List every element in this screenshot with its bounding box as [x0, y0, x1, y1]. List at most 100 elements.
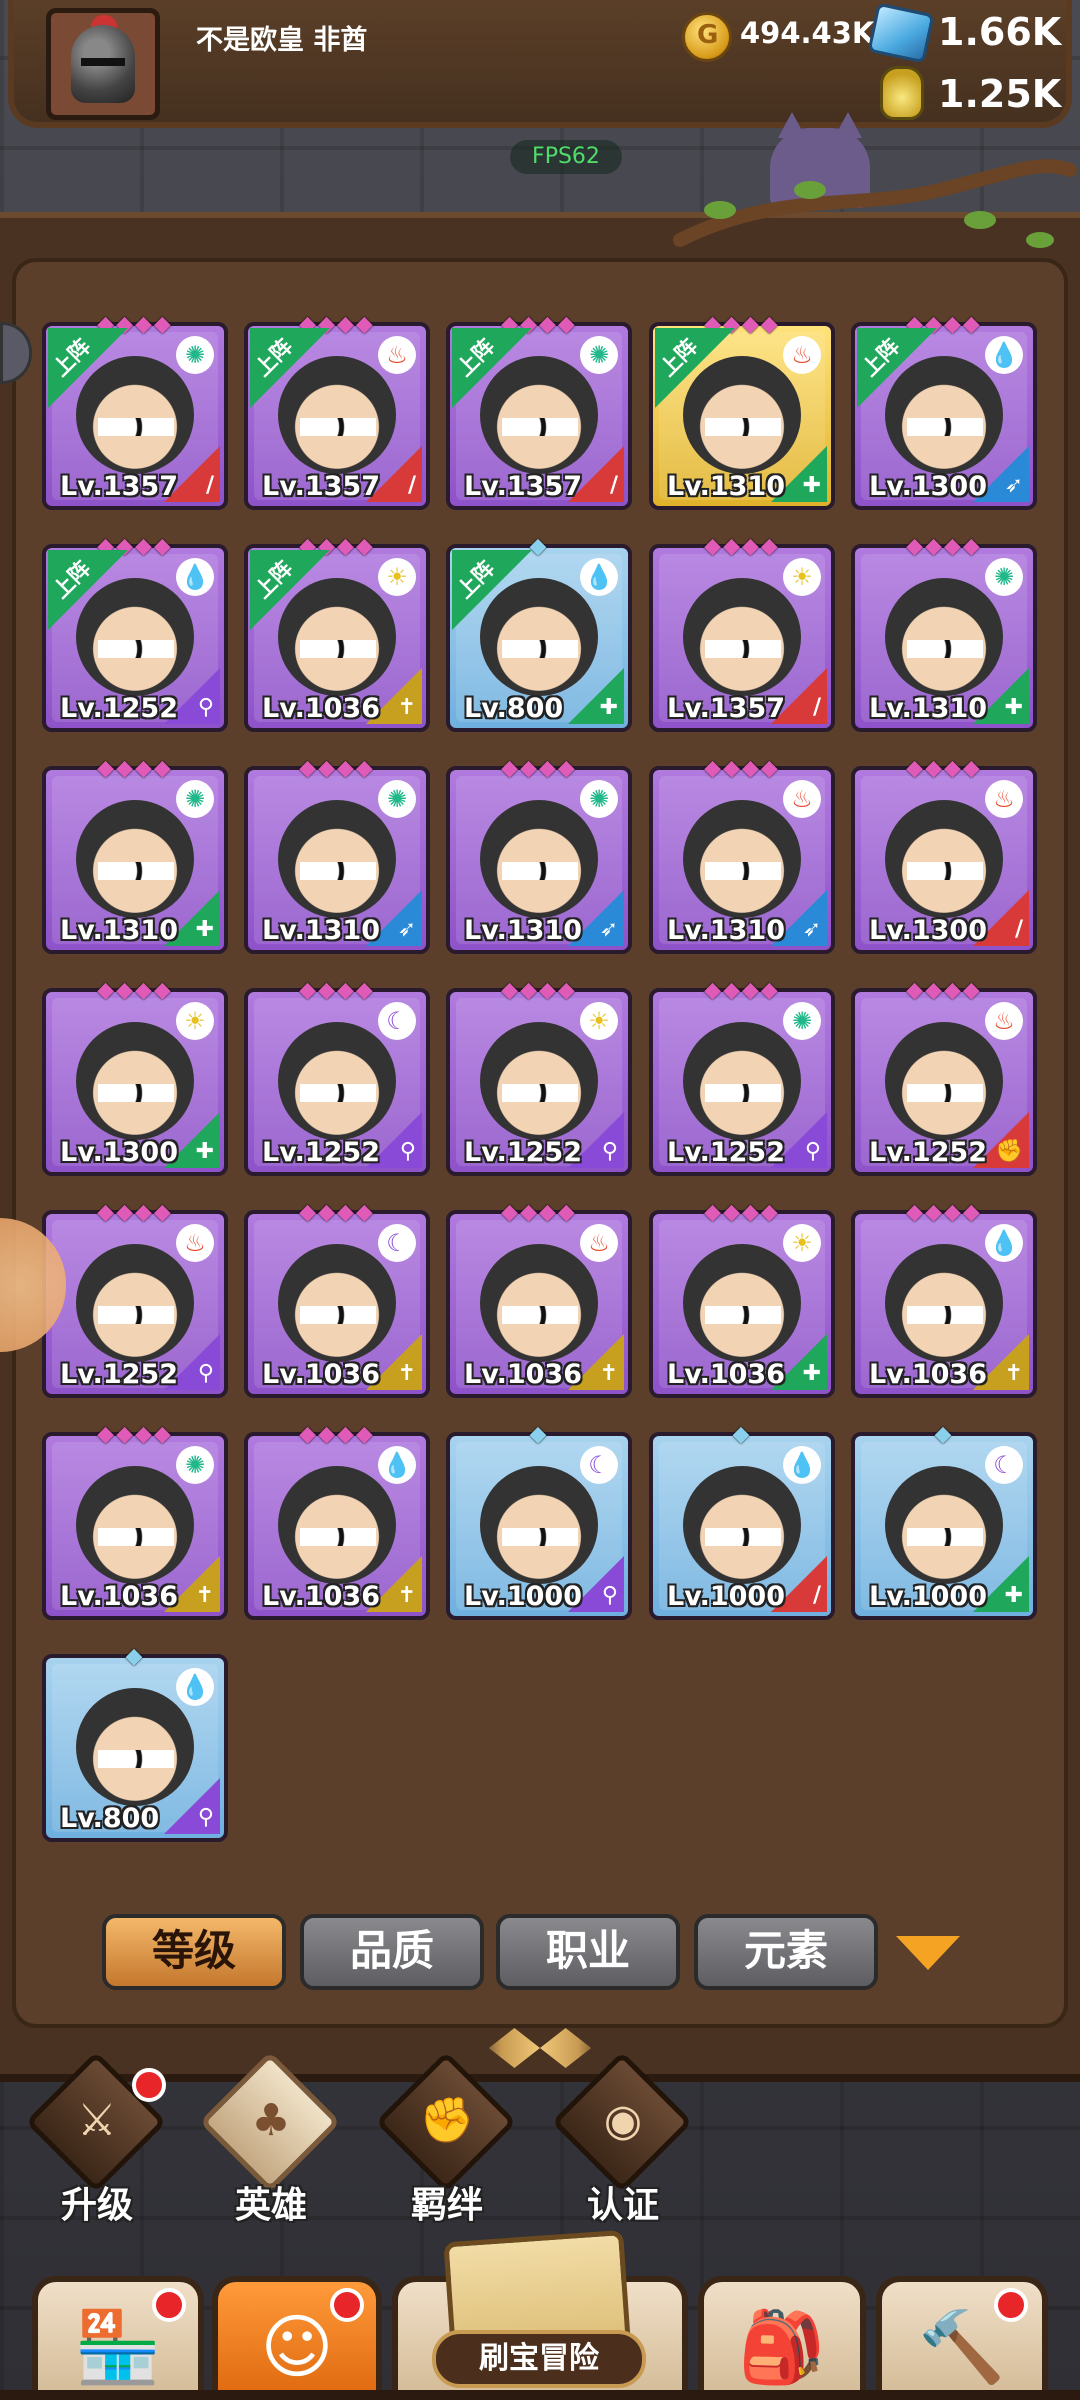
water-element-icon: 💧 [176, 558, 214, 596]
hero-card[interactable]: ◆◆◆◆ ✺ ⚲ Lv.1252 [649, 978, 835, 1176]
player-avatar[interactable] [46, 8, 160, 120]
filter-class-button[interactable]: 职业 [496, 1914, 680, 1990]
class-glyph: ✚ [802, 473, 821, 498]
class-glyph: ➶ [802, 917, 821, 942]
filter-level-button[interactable]: 等级 [102, 1914, 286, 1990]
hero-eyes [907, 640, 983, 658]
class-glyph: ⚲ [197, 695, 214, 720]
hero-level: Lv.1036 [869, 1359, 988, 1390]
hero-card[interactable]: ◆ 上阵 💧 ✚ Lv.800 [446, 534, 632, 732]
hero-card[interactable]: ◆◆◆◆ 上阵 ✺ / Lv.1357 [42, 312, 228, 510]
hero-level: Lv.1000 [464, 1581, 583, 1612]
tab-bag[interactable]: 🎒 [698, 2276, 866, 2400]
class-glyph: ✝ [599, 1361, 618, 1386]
hero-card[interactable]: ◆◆◆◆ ☾ ⚲ Lv.1252 [244, 978, 430, 1176]
hero-eyes [502, 640, 578, 658]
hero-card[interactable]: ◆◆◆◆ ♨ / Lv.1300 [851, 756, 1037, 954]
hero-card[interactable]: ◆◆◆◆ ✺ ➶ Lv.1310 [244, 756, 430, 954]
hero-eyes [98, 640, 174, 658]
dropdown-arrow-icon[interactable] [896, 1936, 960, 1970]
hero-portrait [76, 800, 194, 918]
bonds-label: 羁绊 [410, 2185, 483, 2226]
hero-card[interactable]: ◆◆◆◆ 💧 ✝ Lv.1036 [244, 1422, 430, 1620]
hero-card[interactable]: ◆◆◆◆ ✺ ✚ Lv.1310 [42, 756, 228, 954]
tab-shop[interactable]: 🏪 [32, 2276, 204, 2400]
notification-dot [132, 2068, 166, 2102]
hero-card[interactable]: ◆◆◆◆ 上阵 ☀ ✝ Lv.1036 [244, 534, 430, 732]
wind-element-icon: ✺ [176, 780, 214, 818]
hero-card[interactable]: ◆◆◆◆ ♨ ⚲ Lv.1252 [42, 1200, 228, 1398]
hero-portrait [683, 1466, 801, 1584]
class-glyph: ✝ [195, 1583, 214, 1608]
hero-portrait [480, 356, 598, 474]
upgrade-menu-item[interactable]: ⚔ 升级 [22, 2051, 172, 2226]
filter-element-button[interactable]: 元素 [694, 1914, 878, 1990]
hero-eyes [98, 418, 174, 436]
hero-card[interactable]: ◆◆◆◆ ♨ ✊ Lv.1252 [851, 978, 1037, 1176]
star-rank: ◆◆◆◆ [97, 978, 173, 1003]
certify-label: 认证 [586, 2185, 659, 2226]
hero-card[interactable]: ◆◆◆◆ ♨ ➶ Lv.1310 [649, 756, 835, 954]
potion-amount: 1.25K [938, 72, 1062, 116]
hero-eyes [907, 418, 983, 436]
certify-menu-item[interactable]: ◉ 认证 [548, 2051, 698, 2226]
star-rank: ◆◆◆◆ [906, 534, 982, 559]
hero-card[interactable]: ◆◆◆◆ ☀ / Lv.1357 [649, 534, 835, 732]
class-glyph: ➶ [1004, 473, 1023, 498]
light-element-icon: ☀ [783, 558, 821, 596]
star-rank: ◆◆◆◆ [299, 1422, 375, 1447]
hero-card[interactable]: ◆ ☾ ⚲ Lv.1000 [446, 1422, 632, 1620]
hero-portrait [480, 578, 598, 696]
star-rank: ◆◆◆◆ [704, 1200, 780, 1225]
hero-card[interactable]: ◆◆◆◆ 上阵 ✺ / Lv.1357 [446, 312, 632, 510]
hero-portrait [885, 578, 1003, 696]
handshake-icon: ✊ [419, 2095, 475, 2146]
hero-card[interactable]: ◆◆◆◆ 💧 ✝ Lv.1036 [851, 1200, 1037, 1398]
class-glyph: ✊ [995, 1139, 1023, 1164]
hero-level: Lv.1357 [262, 471, 381, 502]
hero-card[interactable]: ◆◆◆◆ 上阵 💧 ⚲ Lv.1252 [42, 534, 228, 732]
tab-forge[interactable]: 🔨 [876, 2276, 1048, 2400]
hero-card[interactable]: ◆ 💧 ⚲ Lv.800 [42, 1644, 228, 1842]
hero-card[interactable]: ◆◆◆◆ ☀ ✚ Lv.1036 [649, 1200, 835, 1398]
class-glyph: ✚ [1004, 1583, 1023, 1608]
class-glyph: ⚲ [197, 1361, 214, 1386]
hero-eyes [98, 862, 174, 880]
fire-element-icon: ♨ [580, 1224, 618, 1262]
notification-dot [152, 2288, 186, 2322]
bonds-menu-item[interactable]: ✊ 羁绊 [372, 2051, 522, 2226]
hero-card[interactable]: ◆◆◆◆ 上阵 💧 ➶ Lv.1300 [851, 312, 1037, 510]
hero-eyes [705, 418, 781, 436]
fps-counter: FPS62 [510, 140, 622, 174]
hero-level: Lv.1000 [667, 1581, 786, 1612]
hero-eyes [98, 1750, 174, 1768]
hero-card[interactable]: ◆◆◆◆ ✺ ✚ Lv.1310 [851, 534, 1037, 732]
hero-level: Lv.1310 [869, 693, 988, 724]
hero-eyes [502, 1306, 578, 1324]
class-glyph: ✝ [397, 695, 416, 720]
hero-card[interactable]: ◆◆◆◆ ♨ ✝ Lv.1036 [446, 1200, 632, 1398]
hero-portrait [480, 1022, 598, 1140]
hero-card[interactable]: ◆◆◆◆ ☾ ✝ Lv.1036 [244, 1200, 430, 1398]
light-element-icon: ☀ [783, 1224, 821, 1262]
hero-level: Lv.1036 [667, 1359, 786, 1390]
star-rank: ◆◆◆◆ [906, 978, 982, 1003]
hero-card[interactable]: ◆◆◆◆ ✺ ✝ Lv.1036 [42, 1422, 228, 1620]
fire-element-icon: ♨ [378, 336, 416, 374]
hero-card[interactable]: ◆◆◆◆ ☀ ✚ Lv.1300 [42, 978, 228, 1176]
hero-card[interactable]: ◆ 💧 / Lv.1000 [649, 1422, 835, 1620]
class-glyph: / [812, 1583, 821, 1608]
tab-heroes[interactable]: ☺ [212, 2276, 382, 2400]
hero-eyes [300, 862, 376, 880]
filter-quality-button[interactable]: 品质 [300, 1914, 484, 1990]
hero-card[interactable]: ◆◆◆◆ 上阵 ♨ / Lv.1357 [244, 312, 430, 510]
water-element-icon: 💧 [783, 1446, 821, 1484]
hero-card[interactable]: ◆◆◆◆ ✺ ➶ Lv.1310 [446, 756, 632, 954]
hero-card[interactable]: ◆◆◆◆ 上阵 ♨ ✚ Lv.1310 [649, 312, 835, 510]
hero-card[interactable]: ◆ ☾ ✚ Lv.1000 [851, 1422, 1037, 1620]
hero-eyes [98, 1084, 174, 1102]
heroes-menu-item[interactable]: ♣ 英雄 [196, 2051, 346, 2226]
wind-element-icon: ✺ [783, 1002, 821, 1040]
hero-card[interactable]: ◆◆◆◆ ☀ ⚲ Lv.1252 [446, 978, 632, 1176]
hero-portrait [480, 1466, 598, 1584]
